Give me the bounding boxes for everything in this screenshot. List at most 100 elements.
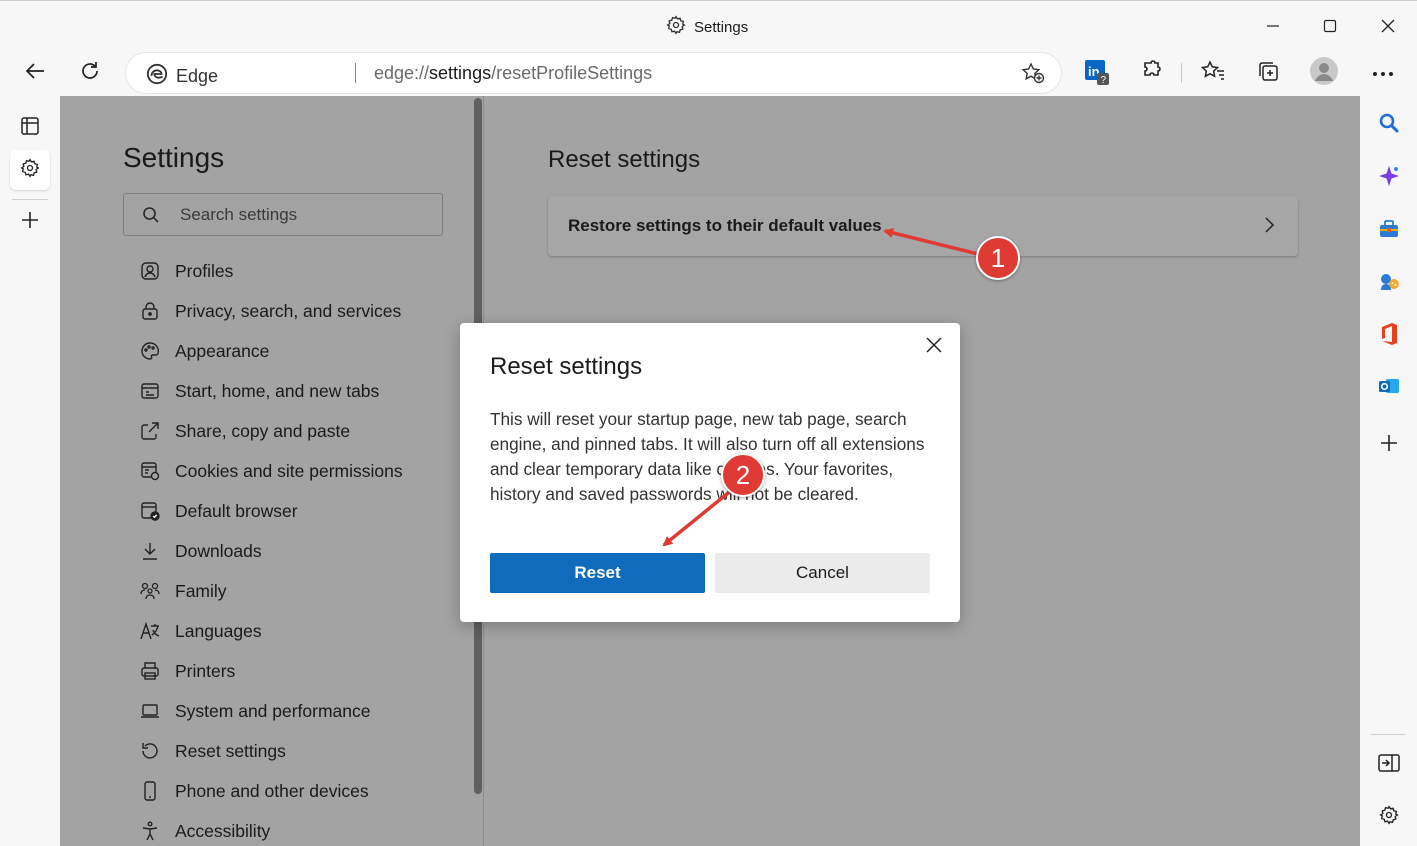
nav-item-phone[interactable]: Phone and other devices (138, 776, 468, 806)
add-favorite-button[interactable] (1021, 62, 1045, 89)
favorites-button[interactable] (1198, 58, 1228, 88)
svg-text:?: ? (1101, 75, 1107, 86)
search-icon (142, 206, 160, 229)
extensions-button[interactable] (1137, 58, 1167, 88)
nav-item-family[interactable]: Family (138, 576, 468, 606)
sidebar-settings-icon (1379, 804, 1399, 830)
linkedin-button[interactable]: in? (1082, 58, 1112, 88)
settings-title: Settings (123, 142, 225, 173)
refresh-button[interactable] (75, 58, 105, 88)
refresh-icon (78, 59, 102, 88)
new-tab-button[interactable] (10, 202, 50, 242)
more-button[interactable] (1368, 58, 1398, 88)
collections-icon (1256, 59, 1280, 88)
favorites-icon (1200, 59, 1226, 88)
profile-button[interactable] (1309, 56, 1339, 91)
accessibility-icon (138, 819, 162, 843)
page-title: Reset settings (548, 146, 701, 173)
profile-avatar (1309, 56, 1339, 91)
tab-actions-icon (20, 116, 40, 141)
office-icon (1378, 322, 1400, 351)
nav-item-share[interactable]: Share, copy and paste (138, 416, 468, 446)
sidebar-outlook-button[interactable] (1374, 373, 1404, 403)
reset-icon (138, 739, 162, 763)
back-icon (23, 59, 47, 88)
new-tab-icon (20, 210, 40, 235)
sidebar-games-button[interactable] (1374, 269, 1404, 299)
hide-sidebar-icon (1378, 753, 1400, 778)
settings-tab-button[interactable] (10, 150, 50, 190)
settings-icon (20, 157, 40, 183)
lock-icon (138, 299, 162, 323)
edge-logo-icon (146, 63, 168, 90)
dialog-title: Reset settings (490, 353, 643, 380)
extensions-icon (1140, 59, 1164, 88)
favorite-add-icon (1021, 62, 1045, 88)
download-icon (138, 539, 162, 563)
search-settings-input[interactable]: Search settings (123, 193, 443, 236)
hide-sidebar-button[interactable] (1374, 750, 1404, 780)
printer-icon (138, 659, 162, 683)
profile-icon (138, 259, 162, 283)
title-bar: Settings (0, 0, 1417, 48)
chevron-right-icon (1262, 215, 1276, 240)
search-icon (1378, 112, 1400, 139)
address-separator (355, 63, 356, 83)
tools-icon (1378, 218, 1400, 245)
sidebar-tools-button[interactable] (1374, 216, 1404, 246)
add-icon (1380, 434, 1398, 457)
right-sidebar (1360, 96, 1417, 846)
window-title-text: Settings (694, 18, 749, 36)
copilot-icon (1378, 165, 1400, 192)
settings-gear-icon (666, 15, 686, 39)
home-tabs-icon (138, 379, 162, 403)
more-icon (1372, 64, 1394, 82)
restore-defaults-label: Restore settings to their default values (568, 216, 882, 235)
family-icon (138, 579, 162, 603)
cancel-button[interactable]: Cancel (715, 553, 930, 593)
sidebar-search-button[interactable] (1374, 110, 1404, 140)
reset-button[interactable]: Reset (490, 553, 705, 593)
nav-item-appearance[interactable]: Appearance (138, 336, 468, 366)
search-placeholder: Search settings (180, 205, 298, 224)
phone-icon (138, 779, 162, 803)
address-url[interactable]: edge://settings/resetProfileSettings (374, 63, 652, 84)
nav-item-languages[interactable]: Languages (138, 616, 468, 646)
sidebar-settings-button[interactable] (1374, 802, 1404, 832)
sidebar-add-button[interactable] (1374, 430, 1404, 460)
edge-site-label: Edge (146, 63, 218, 90)
restore-defaults-card[interactable]: Restore settings to their default values (548, 196, 1298, 256)
dialog-message: This will reset your startup page, new t… (490, 409, 925, 504)
annotation-marker-2: 2 (721, 453, 765, 497)
sidebar-copilot-button[interactable] (1374, 163, 1404, 193)
back-button[interactable] (20, 58, 50, 88)
nav-item-accessibility[interactable]: Accessibility (138, 816, 468, 846)
share-icon (138, 419, 162, 443)
nav-item-printers[interactable]: Printers (138, 656, 468, 686)
reset-settings-dialog: Reset settings This will reset your star… (460, 323, 960, 622)
annotation-marker-1: 1 (976, 236, 1020, 280)
nav-item-privacy[interactable]: Privacy, search, and services (138, 296, 468, 326)
nav-item-downloads[interactable]: Downloads (138, 536, 468, 566)
maximize-button[interactable] (1317, 13, 1343, 39)
address-bar[interactable]: Edge edge://settings/resetProfileSetting… (126, 53, 1061, 93)
nav-item-reset[interactable]: Reset settings (138, 736, 468, 766)
cookies-icon (138, 459, 162, 483)
palette-icon (138, 339, 162, 363)
tab-actions-button[interactable] (10, 108, 50, 148)
dialog-close-button[interactable] (922, 335, 946, 359)
nav-item-system[interactable]: System and performance (138, 696, 468, 726)
window-title: Settings (666, 15, 748, 39)
rail-divider (12, 199, 48, 200)
sidebar-office-button[interactable] (1374, 321, 1404, 351)
close-window-button[interactable] (1375, 13, 1401, 39)
nav-item-start-home[interactable]: Start, home, and new tabs (138, 376, 468, 406)
minimize-button[interactable] (1260, 13, 1286, 39)
outlook-icon (1378, 375, 1400, 402)
nav-item-profiles[interactable]: Profiles (138, 256, 468, 286)
nav-item-default-browser[interactable]: Default browser (138, 496, 468, 526)
nav-item-cookies[interactable]: Cookies and site permissions (138, 456, 468, 486)
browser-icon (138, 499, 162, 523)
collections-button[interactable] (1253, 58, 1283, 88)
right-rail-divider (1370, 734, 1406, 735)
